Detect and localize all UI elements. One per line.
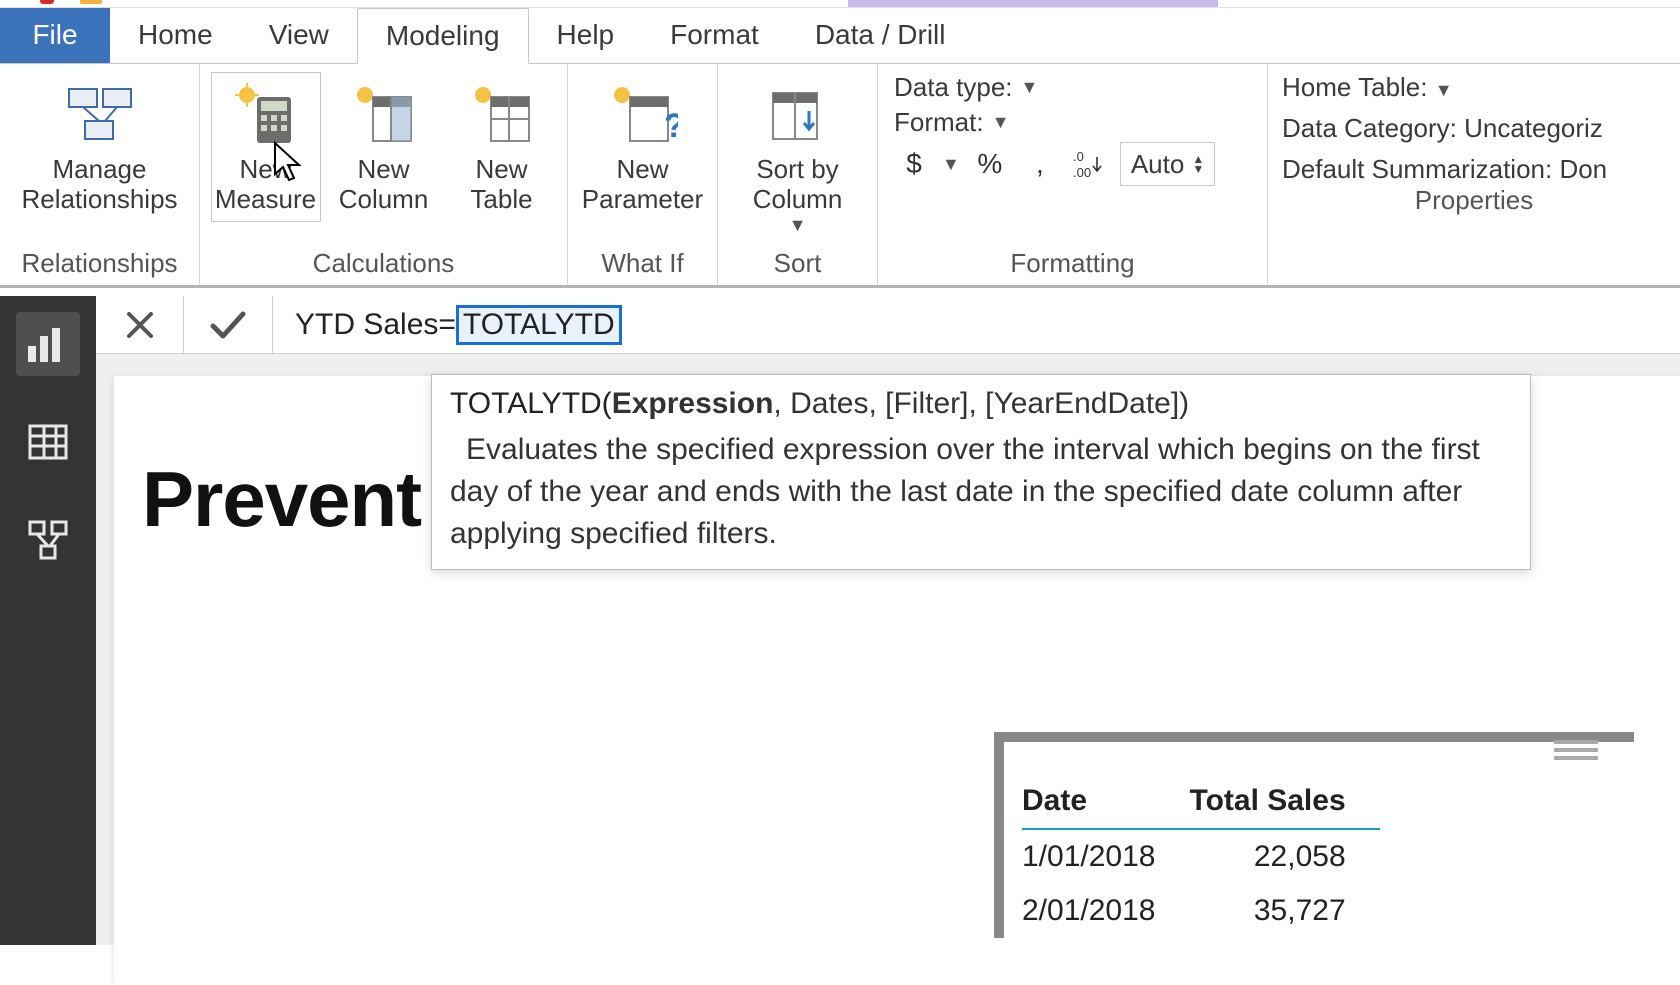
new-measure-icon	[230, 79, 302, 151]
sort-by-column-button[interactable]: Sort by Column ▼	[728, 72, 868, 243]
format-label: Format:	[894, 107, 984, 138]
report-view-button[interactable]	[16, 312, 80, 376]
new-measure-label: New Measure	[215, 155, 316, 215]
tab-view[interactable]: View	[241, 7, 357, 63]
new-parameter-button[interactable]: ? New Parameter	[578, 72, 708, 222]
new-table-icon	[466, 79, 538, 151]
home-table-label: Home Table:	[1282, 72, 1428, 102]
data-type-label: Data type:	[894, 72, 1013, 103]
new-measure-button[interactable]: New Measure	[211, 72, 321, 222]
formula-equals: =	[438, 308, 456, 342]
cell-date: 1/01/2018	[1022, 829, 1189, 884]
group-label-formatting: Formatting	[878, 248, 1267, 285]
decimal-auto-label: Auto	[1131, 149, 1185, 180]
formula-bar: YTD Sales = TOTALYTD	[96, 296, 1680, 354]
formula-measure-name: YTD Sales	[295, 308, 438, 342]
chevron-down-icon: ▼	[1435, 80, 1453, 100]
percent-format-button[interactable]: %	[970, 143, 1010, 185]
group-label-properties: Properties	[1268, 185, 1680, 222]
currency-format-button[interactable]: $ ▼	[894, 143, 960, 185]
sort-by-column-label: Sort by Column	[753, 155, 843, 215]
group-label-sort: Sort	[718, 248, 877, 285]
data-view-button[interactable]	[16, 410, 80, 474]
table-header-date[interactable]: Date	[1022, 778, 1189, 829]
intellisense-current-arg: Expression	[612, 387, 774, 420]
cell-value: 22,058	[1189, 829, 1379, 884]
group-label-whatif: What If	[568, 248, 717, 285]
data-category-dropdown[interactable]: Data Category: Uncategoriz	[1282, 113, 1603, 144]
format-dropdown[interactable]: Format: ▼	[894, 107, 1009, 138]
default-summarization-dropdown[interactable]: Default Summarization: Don	[1282, 154, 1607, 185]
new-parameter-icon: ?	[607, 79, 679, 151]
group-label-relationships: Relationships	[0, 248, 199, 285]
cell-value: 35,727	[1189, 884, 1379, 938]
intellisense-description: Evaluates the specified expression over …	[450, 429, 1512, 555]
ribbon: Manage Relationships Relationships New M…	[0, 64, 1680, 288]
view-switch-rail	[0, 296, 96, 945]
chevron-down-icon: ▼	[789, 215, 807, 236]
tab-data-drill[interactable]: Data / Drill	[787, 7, 974, 63]
manage-relationships-button[interactable]: Manage Relationships	[15, 72, 185, 222]
tab-help[interactable]: Help	[529, 7, 643, 63]
svg-text:?: ?	[664, 107, 678, 145]
tab-home[interactable]: Home	[110, 7, 241, 63]
chevron-down-icon: ▼	[1021, 77, 1039, 98]
commit-formula-button[interactable]	[184, 296, 272, 353]
new-column-button[interactable]: New Column	[329, 72, 439, 222]
default-summarization-label: Default Summarization: Don	[1282, 154, 1607, 184]
new-table-label: New Table	[470, 155, 532, 215]
decimal-places-auto[interactable]: Auto ▲ ▼	[1120, 142, 1215, 186]
cell-date: 2/01/2018	[1022, 884, 1189, 938]
new-column-label: New Column	[339, 155, 429, 215]
thousands-separator-button[interactable]: ,	[1020, 143, 1060, 185]
chevron-down-icon: ▼	[992, 112, 1010, 133]
currency-icon: $	[894, 143, 934, 185]
new-table-button[interactable]: New Table	[447, 72, 557, 222]
intellisense-function-name: TOTALYTD(	[450, 387, 612, 420]
data-category-label: Data Category: Uncategoriz	[1282, 113, 1603, 143]
group-label-calculations: Calculations	[200, 248, 567, 285]
move-grip-icon[interactable]	[1554, 740, 1598, 760]
formula-highlight-token: TOTALYTD	[456, 305, 622, 345]
relationships-icon	[64, 79, 136, 151]
tab-file[interactable]: File	[0, 7, 110, 63]
table-visual[interactable]: Date Total Sales 1/01/2018 22,058 2/01/2…	[994, 732, 1634, 938]
formula-input[interactable]: YTD Sales = TOTALYTD	[273, 305, 1680, 345]
table-row[interactable]: 2/01/2018 35,727	[1022, 884, 1380, 938]
tab-format[interactable]: Format	[642, 7, 787, 63]
svg-text:.0: .0	[1073, 149, 1084, 164]
svg-text:.00: .00	[1073, 165, 1091, 180]
intellisense-tooltip: TOTALYTD(Expression, Dates, [Filter], [Y…	[431, 374, 1531, 570]
new-column-icon	[348, 79, 420, 151]
table-header-total-sales[interactable]: Total Sales	[1189, 778, 1379, 829]
ribbon-tabs: File Home View Modeling Help Format Data…	[0, 8, 1680, 64]
table-row[interactable]: 1/01/2018 22,058	[1022, 829, 1380, 884]
home-table-dropdown[interactable]: Home Table: ▼	[1282, 72, 1453, 103]
tab-modeling[interactable]: Modeling	[357, 8, 529, 64]
chevron-down-icon: ▼	[942, 154, 960, 175]
decimal-places-icon: .0.00	[1070, 143, 1110, 185]
new-parameter-label: New Parameter	[582, 155, 703, 215]
spin-down-icon[interactable]: ▼	[1192, 164, 1204, 174]
intellisense-remaining-args: , Dates, [Filter], [YearEndDate])	[773, 387, 1189, 420]
cancel-formula-button[interactable]	[96, 296, 184, 353]
sort-by-column-icon	[762, 79, 834, 151]
model-view-button[interactable]	[16, 508, 80, 572]
manage-relationships-label: Manage Relationships	[21, 155, 177, 215]
data-type-dropdown[interactable]: Data type: ▼	[894, 72, 1038, 103]
